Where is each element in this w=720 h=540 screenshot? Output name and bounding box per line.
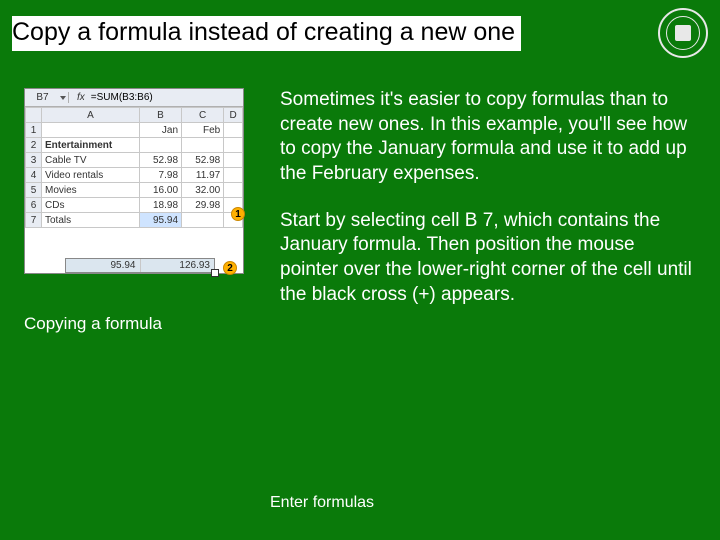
sheet-grid: A B C D 1 Jan Feb 2 Entertainment <box>25 107 243 228</box>
title-bar: Copy a formula instead of creating a new… <box>0 0 720 68</box>
spreadsheet-illustration: B7 fx =SUM(B3:B6) A B C D 1 Jan Feb <box>24 88 244 274</box>
callout-marker-1: 1 <box>231 207 245 221</box>
body-text-column: Sometimes it's easier to copy formulas t… <box>280 88 696 334</box>
content-area: B7 fx =SUM(B3:B6) A B C D 1 Jan Feb <box>0 68 720 334</box>
sheet-toolbar: B7 fx =SUM(B3:B6) <box>25 89 243 107</box>
selected-cell: 95.94 <box>139 213 181 228</box>
name-box: B7 <box>25 92 69 103</box>
table-row: 3 Cable TV 52.98 52.98 <box>26 153 243 168</box>
fill-cell: 126.93 <box>141 259 215 272</box>
table-row: 6 CDs 18.98 29.98 <box>26 198 243 213</box>
col-B: B <box>139 108 181 123</box>
table-row: 4 Video rentals 7.98 11.97 <box>26 168 243 183</box>
callout-marker-2: 2 <box>223 261 237 275</box>
col-D: D <box>224 108 243 123</box>
body-paragraph: Sometimes it's easier to copy formulas t… <box>280 88 696 187</box>
table-row: 1 Jan Feb <box>26 123 243 138</box>
table-row: 7 Totals 95.94 <box>26 213 243 228</box>
table-row: 2 Entertainment <box>26 138 243 153</box>
illustration-caption: Copying a formula <box>24 314 256 334</box>
col-header-row: A B C D <box>26 108 243 123</box>
crest-icon <box>658 8 708 58</box>
fill-cell: 95.94 <box>66 259 141 272</box>
col-A: A <box>42 108 140 123</box>
formula-bar-text: =SUM(B3:B6) <box>91 92 153 103</box>
fill-handle-icon <box>211 269 219 277</box>
illustration-column: B7 fx =SUM(B3:B6) A B C D 1 Jan Feb <box>24 88 256 334</box>
col-C: C <box>182 108 224 123</box>
body-paragraph: Start by selecting cell B 7, which conta… <box>280 209 696 308</box>
fill-result-row: 95.94 126.93 <box>65 258 215 273</box>
table-row: 5 Movies 16.00 32.00 <box>26 183 243 198</box>
slide-title: Copy a formula instead of creating a new… <box>12 16 521 51</box>
footer-label: Enter formulas <box>270 494 374 512</box>
fx-icon: fx <box>69 92 91 103</box>
